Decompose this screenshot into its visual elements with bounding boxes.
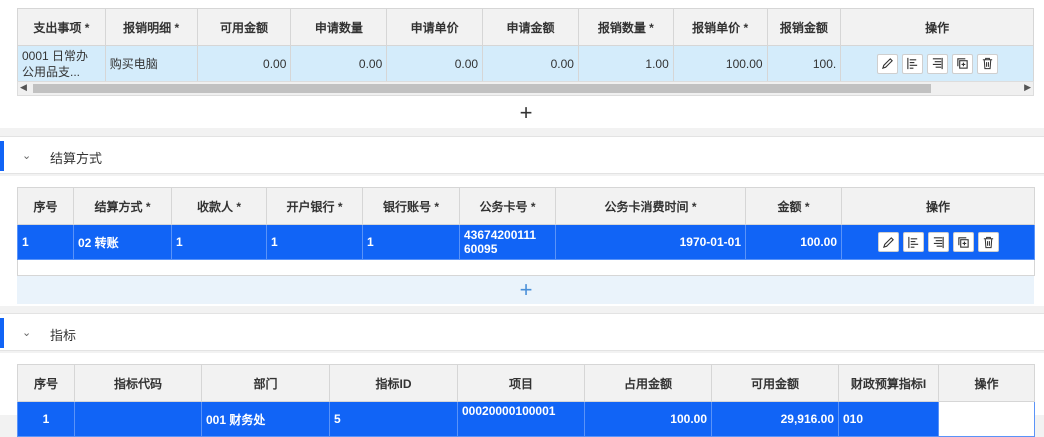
cell-actions (840, 45, 1034, 82)
scroll-left-icon[interactable]: ◀ (20, 82, 27, 93)
cell-actions (938, 401, 1035, 437)
pencil-icon[interactable] (876, 53, 898, 74)
trash-icon[interactable] (977, 232, 999, 252)
cell-amount[interactable]: 100.00 (745, 224, 842, 260)
col-claim-price[interactable]: 报销单价 * (672, 8, 768, 46)
cell-index[interactable]: 1 (17, 401, 75, 437)
cell-budget[interactable]: 010 (838, 401, 939, 437)
trash-icon[interactable] (976, 53, 998, 74)
cell-index[interactable]: 1 (17, 224, 74, 260)
col-available[interactable]: 可用金额 (711, 364, 839, 402)
align-right-icon[interactable] (927, 232, 949, 252)
col-available[interactable]: 可用金额 (196, 8, 292, 46)
col-claim-amount[interactable]: 报销金额 (766, 8, 842, 46)
col-budget[interactable]: 财政预算指标I (838, 364, 939, 402)
col-payee[interactable]: 收款人 * (171, 187, 267, 225)
section-title: 结算方式 (50, 151, 103, 166)
align-left-icon[interactable] (902, 232, 924, 252)
indicator-table: 序号 指标代码 部门 指标ID 项目 占用金额 可用金额 财政预算指标I 操作 … (17, 364, 1035, 437)
col-actions: 操作 (840, 8, 1034, 46)
table-row[interactable]: 0001 日常办 公用品支... 购买电脑 0.00 0.00 0.00 0.0… (17, 45, 1034, 82)
col-apply-price[interactable]: 申请单价 (386, 8, 484, 46)
section-title: 指标 (50, 328, 77, 343)
cell-actions (841, 224, 1035, 260)
cell-detail[interactable]: 购买电脑 (104, 45, 198, 82)
detail-table-header: 支出事项 * 报销明细 * 可用金额 申请数量 申请单价 申请金额 报销数量 *… (17, 8, 1034, 46)
cell-account[interactable]: 1 (362, 224, 460, 260)
cell-claim-amount[interactable]: 100. (766, 45, 842, 82)
col-indicator-code[interactable]: 指标代码 (74, 364, 202, 402)
col-actions: 操作 (841, 187, 1035, 225)
col-detail[interactable]: 报销明细 * (104, 8, 198, 46)
col-indicator-id[interactable]: 指标ID (329, 364, 458, 402)
col-expense-item[interactable]: 支出事项 * (17, 8, 106, 46)
col-account[interactable]: 银行账号 * (362, 187, 460, 225)
cell-available[interactable]: 0.00 (196, 45, 292, 82)
col-project[interactable]: 项目 (457, 364, 585, 402)
chevron-down-icon[interactable]: ⌄ (22, 326, 31, 339)
col-method[interactable]: 结算方式 * (73, 187, 172, 225)
cell-payee[interactable]: 1 (171, 224, 267, 260)
settlement-table-header: 序号 结算方式 * 收款人 * 开户银行 * 银行账号 * 公务卡号 * 公务卡… (17, 187, 1035, 225)
indicator-table-header: 序号 指标代码 部门 指标ID 项目 占用金额 可用金额 财政预算指标I 操作 (17, 364, 1035, 402)
cell-indicator-id[interactable]: 5 (329, 401, 458, 437)
settlement-table: 序号 结算方式 * 收款人 * 开户银行 * 银行账号 * 公务卡号 * 公务卡… (17, 187, 1035, 276)
cell-claim-price[interactable]: 100.00 (672, 45, 768, 82)
add-row-bar[interactable]: + (17, 276, 1034, 304)
col-apply-qty[interactable]: 申请数量 (290, 8, 388, 46)
settlement-section-header[interactable]: ⌄ 结算方式 (0, 136, 1044, 174)
plus-icon[interactable]: + (514, 102, 538, 124)
col-card-no[interactable]: 公务卡号 * (459, 187, 556, 225)
table-row[interactable]: 1 02 转账 1 1 1 43674200111 60095 1970-01-… (17, 224, 1035, 260)
cell-claim-qty[interactable]: 1.00 (577, 45, 674, 82)
plus-icon[interactable]: + (514, 279, 538, 301)
col-bank[interactable]: 开户银行 * (266, 187, 363, 225)
empty-row (17, 259, 1035, 276)
detail-table: 支出事项 * 报销明细 * 可用金额 申请数量 申请单价 申请金额 报销数量 *… (17, 8, 1034, 82)
cell-expense-item[interactable]: 0001 日常办 公用品支... (17, 45, 106, 82)
col-actions: 操作 (938, 364, 1035, 402)
chevron-down-icon[interactable]: ⌄ (22, 149, 31, 162)
section-accent-bar (0, 141, 4, 171)
cell-method[interactable]: 02 转账 (73, 224, 172, 260)
pencil-icon[interactable] (877, 232, 899, 252)
cell-dept[interactable]: 001 财务处 (201, 401, 330, 437)
table-row[interactable]: 1 001 财务处 5 00020000100001 100.00 29,916… (17, 401, 1035, 437)
cell-apply-price[interactable]: 0.00 (386, 45, 484, 82)
copy-icon[interactable] (952, 232, 974, 252)
col-index[interactable]: 序号 (17, 187, 74, 225)
cell-indicator-code[interactable] (74, 401, 202, 437)
col-claim-qty[interactable]: 报销数量 * (577, 8, 674, 46)
col-occupied[interactable]: 占用金额 (584, 364, 712, 402)
section-accent-bar (0, 318, 4, 348)
align-right-icon[interactable] (926, 53, 948, 74)
scroll-right-icon[interactable]: ▶ (1024, 82, 1031, 93)
cell-card-no[interactable]: 43674200111 60095 (459, 224, 556, 260)
cell-occupied[interactable]: 100.00 (584, 401, 712, 437)
copy-icon[interactable] (951, 53, 973, 74)
col-apply-amount[interactable]: 申请金额 (482, 8, 579, 46)
col-index[interactable]: 序号 (17, 364, 75, 402)
align-left-icon[interactable] (901, 53, 923, 74)
cell-available[interactable]: 29,916.00 (711, 401, 839, 437)
col-card-time[interactable]: 公务卡消费时间 * (555, 187, 746, 225)
horizontal-scrollbar[interactable]: ◀ ▶ (17, 81, 1034, 96)
cell-apply-amount[interactable]: 0.00 (482, 45, 579, 82)
indicator-section-header[interactable]: ⌄ 指标 (0, 313, 1044, 351)
col-dept[interactable]: 部门 (201, 364, 330, 402)
cell-project[interactable]: 00020000100001 (457, 401, 585, 437)
cell-bank[interactable]: 1 (266, 224, 363, 260)
scrollbar-thumb[interactable] (33, 84, 931, 93)
cell-apply-qty[interactable]: 0.00 (290, 45, 388, 82)
col-amount[interactable]: 金额 * (745, 187, 842, 225)
cell-card-time[interactable]: 1970-01-01 (555, 224, 746, 260)
